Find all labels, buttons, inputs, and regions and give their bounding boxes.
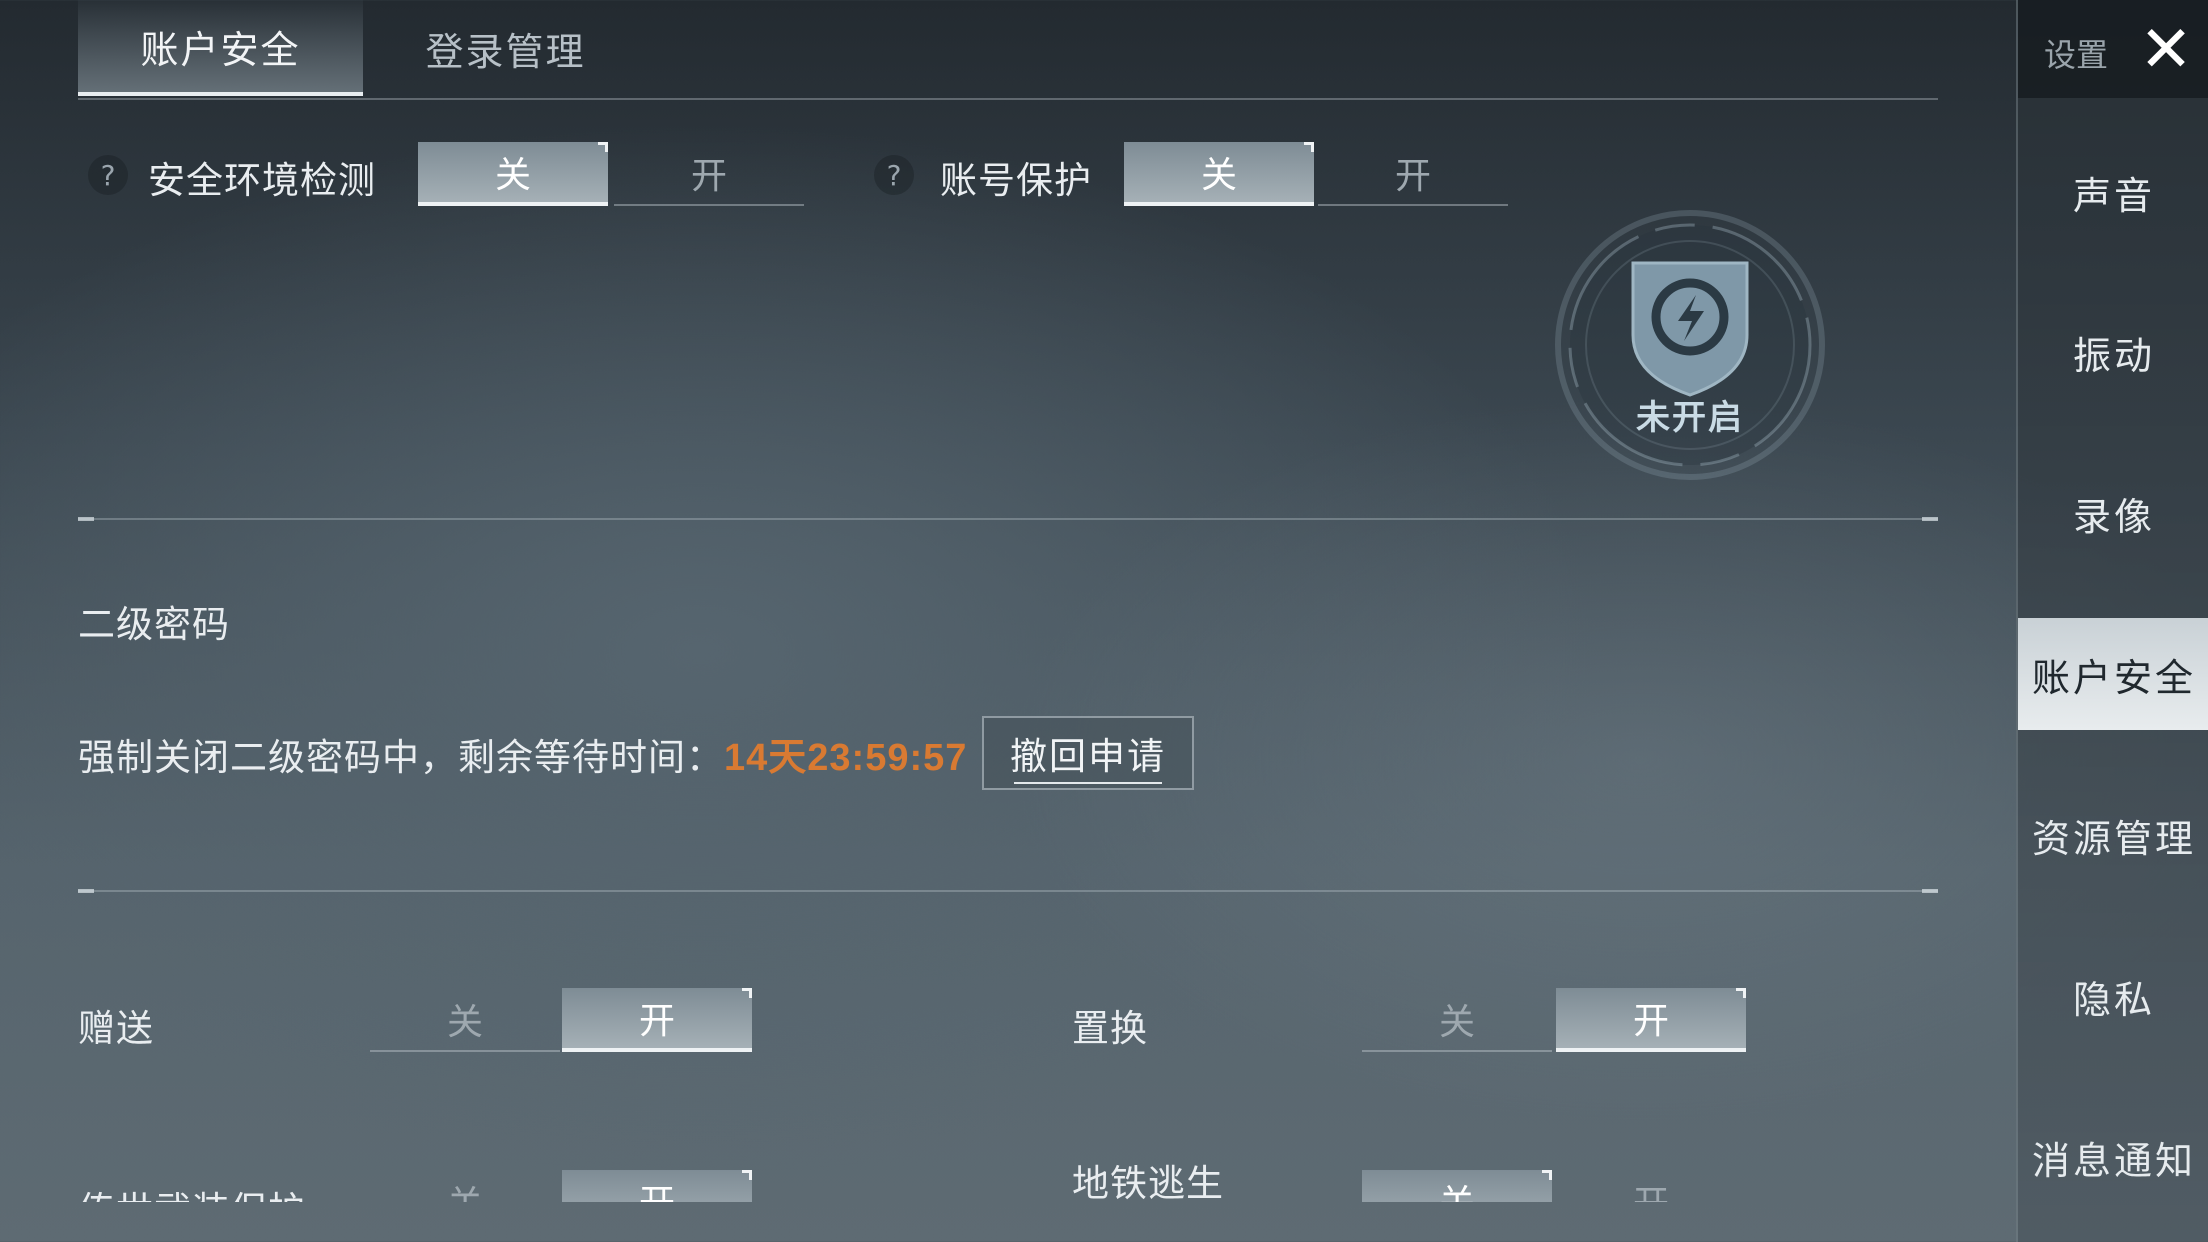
legend-gear-on-toggle[interactable]: 开	[562, 1170, 752, 1202]
sidebar-item-notifications[interactable]: 消息通知	[2018, 1101, 2208, 1213]
settings-main-panel: 账户安全 登录管理 ? 安全环境检测 关 开 ? 账号保护 关 开 未开启 二级…	[0, 0, 2016, 1242]
sidebar-item-sound[interactable]: 声音	[2018, 136, 2208, 248]
secondary-password-title: 二级密码	[78, 603, 230, 646]
settings-sidebar: 设置 ✕ 声音 振动 录像 账户安全 资源管理 隐私 消息通知	[2016, 0, 2208, 1242]
account-protect-on-toggle[interactable]: 开	[1318, 142, 1508, 206]
account-protect-label: 账号保护	[940, 159, 1092, 202]
sidebar-header: 设置 ✕	[2018, 0, 2208, 98]
tab-account-security[interactable]: 账户安全	[78, 0, 363, 96]
help-icon[interactable]: ?	[88, 155, 128, 195]
section-divider	[78, 517, 1938, 521]
legend-gear-label: 传世武装保护	[78, 1180, 306, 1202]
sidebar-item-account-security[interactable]: 账户安全	[2018, 618, 2208, 730]
security-env-off-toggle[interactable]: 关	[418, 142, 608, 206]
tab-login-management[interactable]: 登录管理	[363, 0, 648, 96]
account-protect-off-toggle[interactable]: 关	[1124, 142, 1314, 206]
sidebar-item-recording[interactable]: 录像	[2018, 457, 2208, 569]
exchange-on-toggle[interactable]: 开	[1556, 988, 1746, 1052]
settings-title: 设置	[2044, 36, 2109, 74]
gift-off-toggle[interactable]: 关	[370, 988, 560, 1052]
legend-gear-off-toggle[interactable]: 关	[370, 1170, 560, 1202]
top-tab-bar: 账户安全 登录管理	[78, 0, 1938, 100]
metro-on-toggle[interactable]: 开	[1556, 1170, 1746, 1202]
metro-label: 地铁逃生	[1072, 1162, 1224, 1202]
protection-status-badge: 未开启	[1540, 205, 1840, 505]
sidebar-item-vibration[interactable]: 振动	[2018, 296, 2208, 408]
security-env-label: 安全环境检测	[148, 159, 376, 202]
status-text: 强制关闭二级密码中，剩余等待时间：	[78, 736, 724, 779]
section-divider	[78, 889, 1938, 893]
sidebar-item-resource-management[interactable]: 资源管理	[2018, 779, 2208, 891]
countdown-timer: 14天23:59:57	[724, 737, 968, 779]
close-icon[interactable]: ✕	[2134, 18, 2198, 82]
security-env-on-toggle[interactable]: 开	[614, 142, 804, 206]
help-icon[interactable]: ?	[874, 155, 914, 195]
exchange-off-toggle[interactable]: 关	[1362, 988, 1552, 1052]
exchange-label: 置换	[1072, 1007, 1148, 1050]
metro-off-toggle[interactable]: 关	[1362, 1170, 1552, 1202]
gift-on-toggle[interactable]: 开	[562, 988, 752, 1052]
gift-label: 赠送	[78, 1007, 154, 1050]
protection-status-text: 未开启	[1636, 398, 1744, 438]
revoke-request-button[interactable]: 撤回申请	[982, 716, 1194, 790]
bottom-row-clipped: 传世武装保护 关 开 地铁逃生 关 开	[0, 1140, 2016, 1202]
sidebar-item-privacy[interactable]: 隐私	[2018, 940, 2208, 1052]
shield-icon	[1555, 210, 1825, 480]
secondary-password-status: 强制关闭二级密码中，剩余等待时间：14天23:59:57	[78, 726, 967, 781]
